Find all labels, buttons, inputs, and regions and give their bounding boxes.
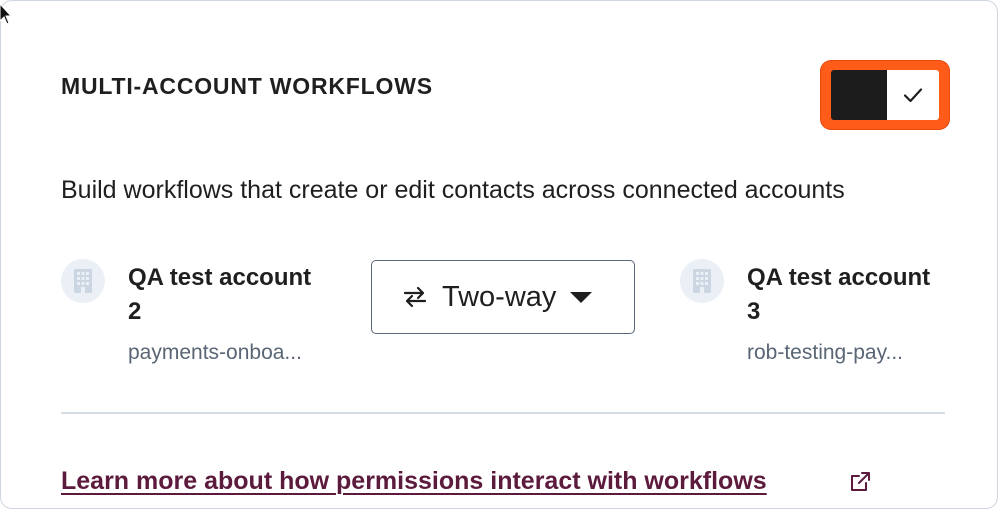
mouse-cursor-icon bbox=[0, 3, 11, 25]
building-icon bbox=[61, 259, 105, 303]
sync-direction-label: Two-way bbox=[442, 280, 557, 313]
account-domain: rob-testing-pay... bbox=[747, 341, 904, 364]
section-title: MULTI-ACCOUNT WORKFLOWS bbox=[61, 73, 433, 99]
external-link-icon[interactable] bbox=[849, 471, 871, 493]
toggle-track bbox=[831, 70, 887, 120]
account-domain: payments-onboa... bbox=[128, 341, 302, 364]
divider bbox=[61, 412, 945, 414]
sync-direction-dropdown[interactable]: Two-way bbox=[371, 260, 635, 334]
swap-arrows-icon bbox=[403, 286, 427, 308]
account-name: QA test account 2 bbox=[128, 264, 312, 325]
toggle-knob bbox=[887, 70, 939, 120]
section-description: Build workflows that create or edit cont… bbox=[61, 176, 845, 204]
multi-account-workflows-toggle[interactable] bbox=[831, 70, 939, 120]
learn-more-link[interactable]: Learn more about how permissions interac… bbox=[61, 467, 767, 496]
multi-account-workflows-card: MULTI-ACCOUNT WORKFLOWS Build workflows … bbox=[0, 0, 998, 509]
toggle-highlight bbox=[821, 61, 949, 129]
checkmark-icon bbox=[903, 88, 923, 103]
account-name: QA test account 3 bbox=[747, 264, 931, 325]
building-icon bbox=[680, 259, 724, 303]
chevron-down-icon bbox=[570, 291, 593, 303]
